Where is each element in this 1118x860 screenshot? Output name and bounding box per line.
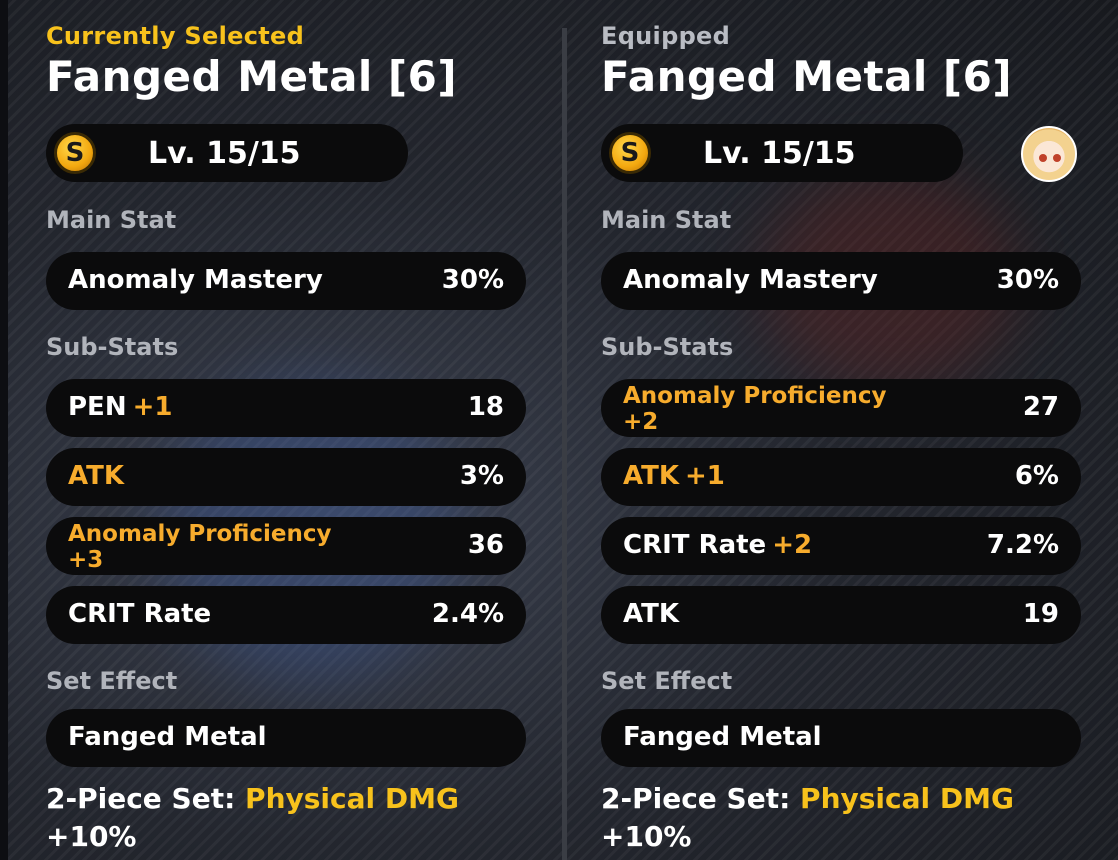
stat-bonus: +1 [685, 461, 725, 491]
stat-name: ATK [68, 461, 124, 491]
equipped-panel: Equipped Fanged Metal [6] S Lv. 15/15 Ma… [601, 0, 1081, 860]
level-text: Lv. 15/15 [148, 136, 301, 171]
stat-value: 19 [1022, 599, 1059, 629]
sub-stat-row: Anomaly Proficiency +3 36 [46, 517, 526, 575]
stat-value: 36 [467, 530, 504, 560]
avatar-eye [1053, 154, 1061, 162]
stat-bonus: +3 [68, 547, 104, 573]
stat-name: Anomaly Proficiency +3 [68, 521, 332, 573]
set-highlight: Physical DMG [800, 782, 1014, 815]
main-stat-row: Anomaly Mastery 30% [46, 252, 526, 310]
sub-stats-header: Sub-Stats [601, 333, 734, 361]
level-text: Lv. 15/15 [703, 136, 856, 171]
stat-value: 18 [467, 392, 504, 422]
sub-stat-row: ATK 19 [601, 586, 1081, 644]
set-highlight: Physical DMG [245, 782, 459, 815]
stat-bonus: +2 [772, 530, 813, 560]
rank-s-coin-icon: S [609, 132, 651, 174]
stat-value: 6% [1014, 461, 1059, 491]
sub-stat-row: ATK +1 6% [601, 448, 1081, 506]
set-name-row: Fanged Metal [46, 709, 526, 767]
avatar-eye [1039, 154, 1047, 162]
stat-value: 30% [996, 265, 1059, 295]
stat-value: 7.2% [986, 530, 1059, 560]
sub-stats-header: Sub-Stats [46, 333, 179, 361]
sub-stat-row: CRIT Rate +2 7.2% [601, 517, 1081, 575]
stat-name: PEN +1 [68, 392, 173, 422]
sub-stat-row: Anomaly Proficiency +2 27 [601, 379, 1081, 437]
stat-value: 30% [441, 265, 504, 295]
set-effect-header: Set Effect [46, 667, 178, 695]
stat-bonus: +2 [623, 409, 659, 435]
sub-stat-row: CRIT Rate 2.4% [46, 586, 526, 644]
stat-name: ATK [623, 599, 679, 629]
set-description: 2-Piece Set: Physical DMG +10% [46, 782, 459, 853]
main-stat-header: Main Stat [601, 206, 732, 234]
rank-s-coin-icon: S [54, 132, 96, 174]
level-pill: S Lv. 15/15 [46, 124, 408, 182]
stat-name: Anomaly Mastery [68, 265, 323, 295]
main-stat-header: Main Stat [46, 206, 177, 234]
sub-stat-row: ATK 3% [46, 448, 526, 506]
panel-divider [562, 28, 567, 860]
stat-name: ATK +1 [623, 461, 725, 491]
left-edge-strip [0, 0, 8, 860]
disc-title: Fanged Metal [6] [601, 52, 1013, 101]
disc-title: Fanged Metal [6] [46, 52, 458, 101]
set-name: Fanged Metal [68, 722, 267, 752]
stat-bonus: +1 [132, 392, 173, 422]
stat-value: 2.4% [431, 599, 504, 629]
panel-kicker: Equipped [601, 22, 731, 50]
stat-value: 3% [459, 461, 504, 491]
stat-name: CRIT Rate [68, 599, 212, 629]
sub-stat-row: PEN +1 18 [46, 379, 526, 437]
currently-selected-panel: Currently Selected Fanged Metal [6] S Lv… [46, 0, 526, 860]
stat-value: 27 [1022, 392, 1059, 422]
panel-kicker: Currently Selected [46, 22, 305, 50]
stat-name: Anomaly Mastery [623, 265, 878, 295]
set-name: Fanged Metal [623, 722, 822, 752]
stat-name: Anomaly Proficiency +2 [623, 383, 887, 435]
character-avatar-icon[interactable] [1021, 126, 1077, 182]
main-stat-row: Anomaly Mastery 30% [601, 252, 1081, 310]
set-description: 2-Piece Set: Physical DMG +10% [601, 782, 1014, 853]
stat-name: CRIT Rate +2 [623, 530, 813, 560]
set-effect-header: Set Effect [601, 667, 733, 695]
set-name-row: Fanged Metal [601, 709, 1081, 767]
level-pill: S Lv. 15/15 [601, 124, 963, 182]
